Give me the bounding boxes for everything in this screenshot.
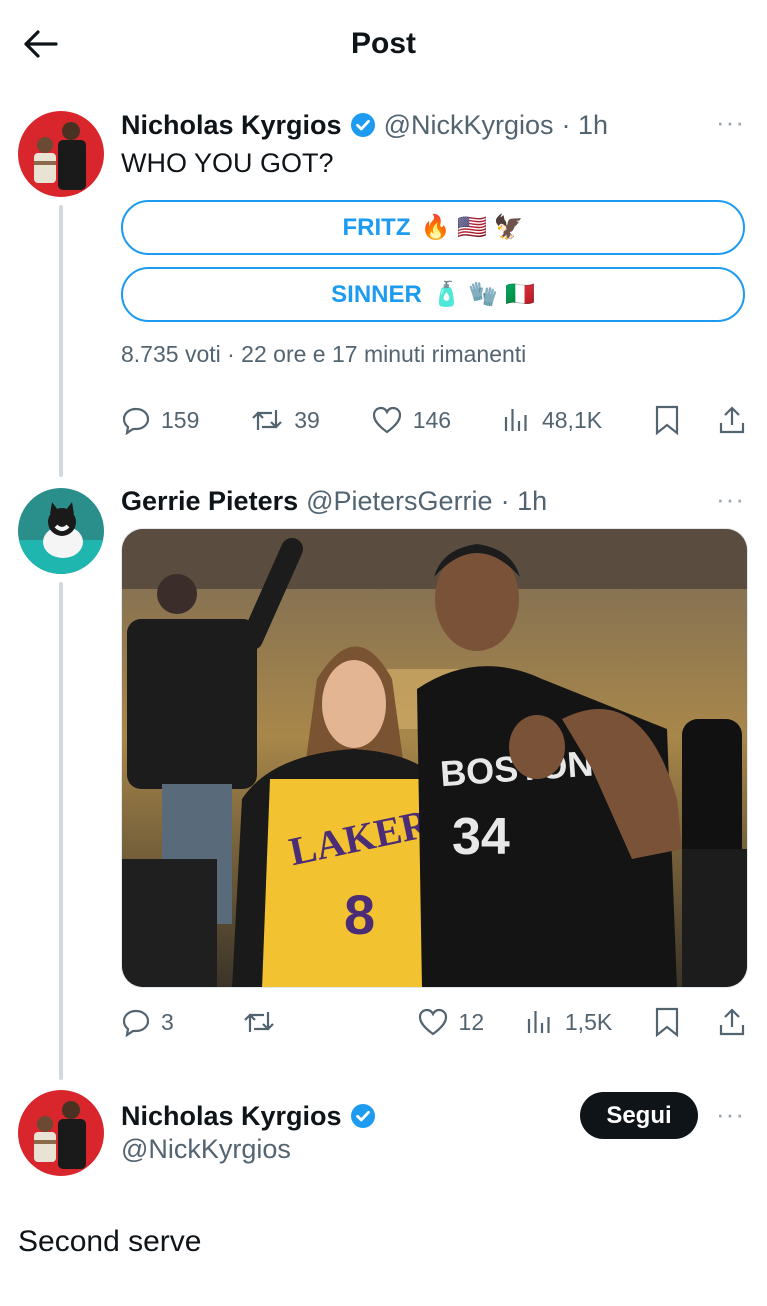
avatar[interactable] [18,488,104,574]
post-time: · 1h [561,109,609,140]
author-name[interactable]: Nicholas Kyrgios [121,110,342,141]
retweet-count: 39 [294,406,320,433]
poll-option-label: FRITZ [342,213,411,241]
follow-button[interactable]: Segui [580,1092,698,1139]
poll-option-sinner[interactable]: SINNER 🧴 🧤 🇮🇹 [121,267,745,322]
retweet-icon [252,410,283,430]
post-time: · 1h [500,485,548,516]
share-icon[interactable] [717,404,747,436]
svg-text:8: 8 [344,883,375,946]
svg-text:34: 34 [452,808,510,866]
views-icon [527,1011,550,1033]
avatar[interactable] [18,1090,104,1176]
views-count: 48,1K [541,406,603,433]
views-button[interactable]: 48,1K [502,405,602,435]
thread-line [59,205,63,477]
retweet-button[interactable] [242,1007,286,1037]
author-handle[interactable]: @NickKyrgios [121,1134,291,1165]
post-text: Second serve [18,1225,202,1258]
thread-line [59,582,63,1080]
reply-icon [122,1009,150,1037]
tweet-header: Nicholas Kyrgios @NickKyrgios · 1h [121,106,608,144]
verified-badge-icon [350,1103,376,1129]
poll-info: 8.735 voti · 22 ore e 17 minuti rimanent… [121,341,527,367]
reply-count: 3 [161,1008,174,1035]
poll-option-fritz[interactable]: FRITZ 🔥 🇺🇸 🦅 [121,200,745,255]
post-photo[interactable]: LAKERS 8 BOSTON 34 [121,528,748,988]
author-handle[interactable]: @NickKyrgios [384,110,554,141]
poll-option-emoji: 🧴 🧤 🇮🇹 [431,281,535,308]
like-count: 12 [458,1008,485,1035]
author-handle[interactable]: @PietersGerrie [306,486,492,517]
like-button[interactable]: 12 [417,1007,485,1037]
more-options-icon[interactable]: ··· [716,107,745,138]
more-options-icon[interactable]: ··· [716,1099,745,1130]
reply-button[interactable]: 159 [121,405,199,435]
heart-icon [418,1008,447,1036]
more-options-icon[interactable]: ··· [716,484,745,515]
heart-icon [372,406,401,434]
poll-option-label: SINNER [331,280,422,308]
verified-badge-icon [350,112,376,138]
action-bar: 159 39 146 48,1K [121,400,747,440]
views-icon [504,409,527,431]
retweet-button[interactable]: 39 [250,405,320,435]
share-icon[interactable] [717,1006,747,1038]
tweet-text: WHO YOU GOT? [121,148,334,178]
like-count: 146 [412,406,452,433]
reply-icon [122,407,150,435]
avatar[interactable] [18,111,104,197]
action-bar: 3 12 1,5K [121,1002,747,1042]
author-header: Nicholas Kyrgios [121,1097,376,1135]
views-button[interactable]: 1,5K [525,1007,612,1037]
views-count: 1,5K [564,1008,613,1035]
author-name[interactable]: Nicholas Kyrgios [121,1101,342,1132]
author-name[interactable]: Gerrie Pieters [121,486,298,517]
retweet-icon [243,1012,274,1032]
bookmark-icon[interactable] [653,404,681,436]
tweet-header: Gerrie Pieters @PietersGerrie · 1h [121,482,547,520]
poll-option-emoji: 🔥 🇺🇸 🦅 [420,214,524,241]
reply-count: 159 [161,406,200,433]
like-button[interactable]: 146 [371,405,451,435]
reply-button[interactable]: 3 [121,1007,201,1037]
page-title: Post [350,27,416,60]
bookmark-icon[interactable] [653,1006,681,1038]
